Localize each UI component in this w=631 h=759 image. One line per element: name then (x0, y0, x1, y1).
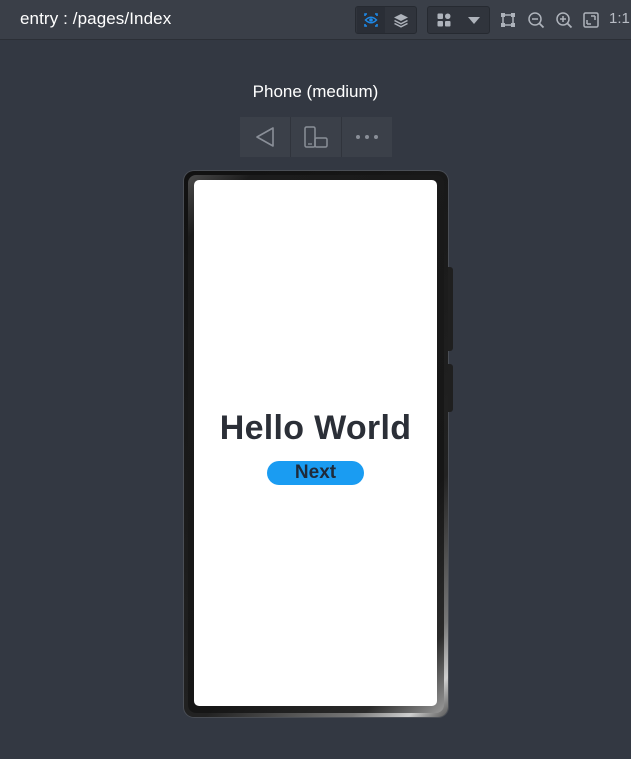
previewer-toolbar: entry : /pages/Index 1:1 (0, 0, 631, 40)
layers-icon (394, 14, 408, 28)
dropdown-arrow-icon (468, 17, 480, 24)
hello-world-text: Hello World (219, 409, 412, 447)
back-button[interactable] (240, 117, 290, 157)
view-mode-group (355, 6, 417, 34)
actual-size-button[interactable]: 1:1 (609, 10, 630, 27)
zoom-out-button[interactable] (525, 8, 547, 32)
zoom-in-button[interactable] (553, 8, 575, 32)
rotate-device-button[interactable] (291, 117, 341, 157)
layers-button[interactable] (387, 7, 415, 33)
fit-screen-button[interactable] (580, 8, 602, 32)
layout-group (427, 6, 490, 34)
fit-screen-icon (583, 12, 599, 28)
crop-frame-button[interactable] (497, 8, 519, 32)
power-button (448, 364, 453, 412)
grid-icon (437, 13, 451, 27)
eye-icon (364, 13, 378, 27)
inspector-toggle-button[interactable] (357, 7, 385, 33)
route-title: entry : /pages/Index (20, 9, 172, 28)
layout-dropdown-button[interactable] (460, 7, 488, 33)
device-controls (240, 117, 392, 157)
rotate-device-icon (304, 126, 328, 148)
app-screen: Hello World Next (194, 180, 437, 706)
more-icon (356, 135, 378, 139)
next-button[interactable]: Next (267, 461, 364, 485)
device-name-label: Phone (medium) (252, 82, 379, 101)
back-triangle-icon (256, 127, 274, 147)
volume-button (448, 267, 453, 351)
zoom-in-icon (556, 12, 573, 29)
crop-frame-icon (501, 13, 515, 27)
zoom-out-icon (528, 12, 545, 29)
component-tree-button[interactable] (430, 7, 458, 33)
more-button[interactable] (342, 117, 392, 157)
